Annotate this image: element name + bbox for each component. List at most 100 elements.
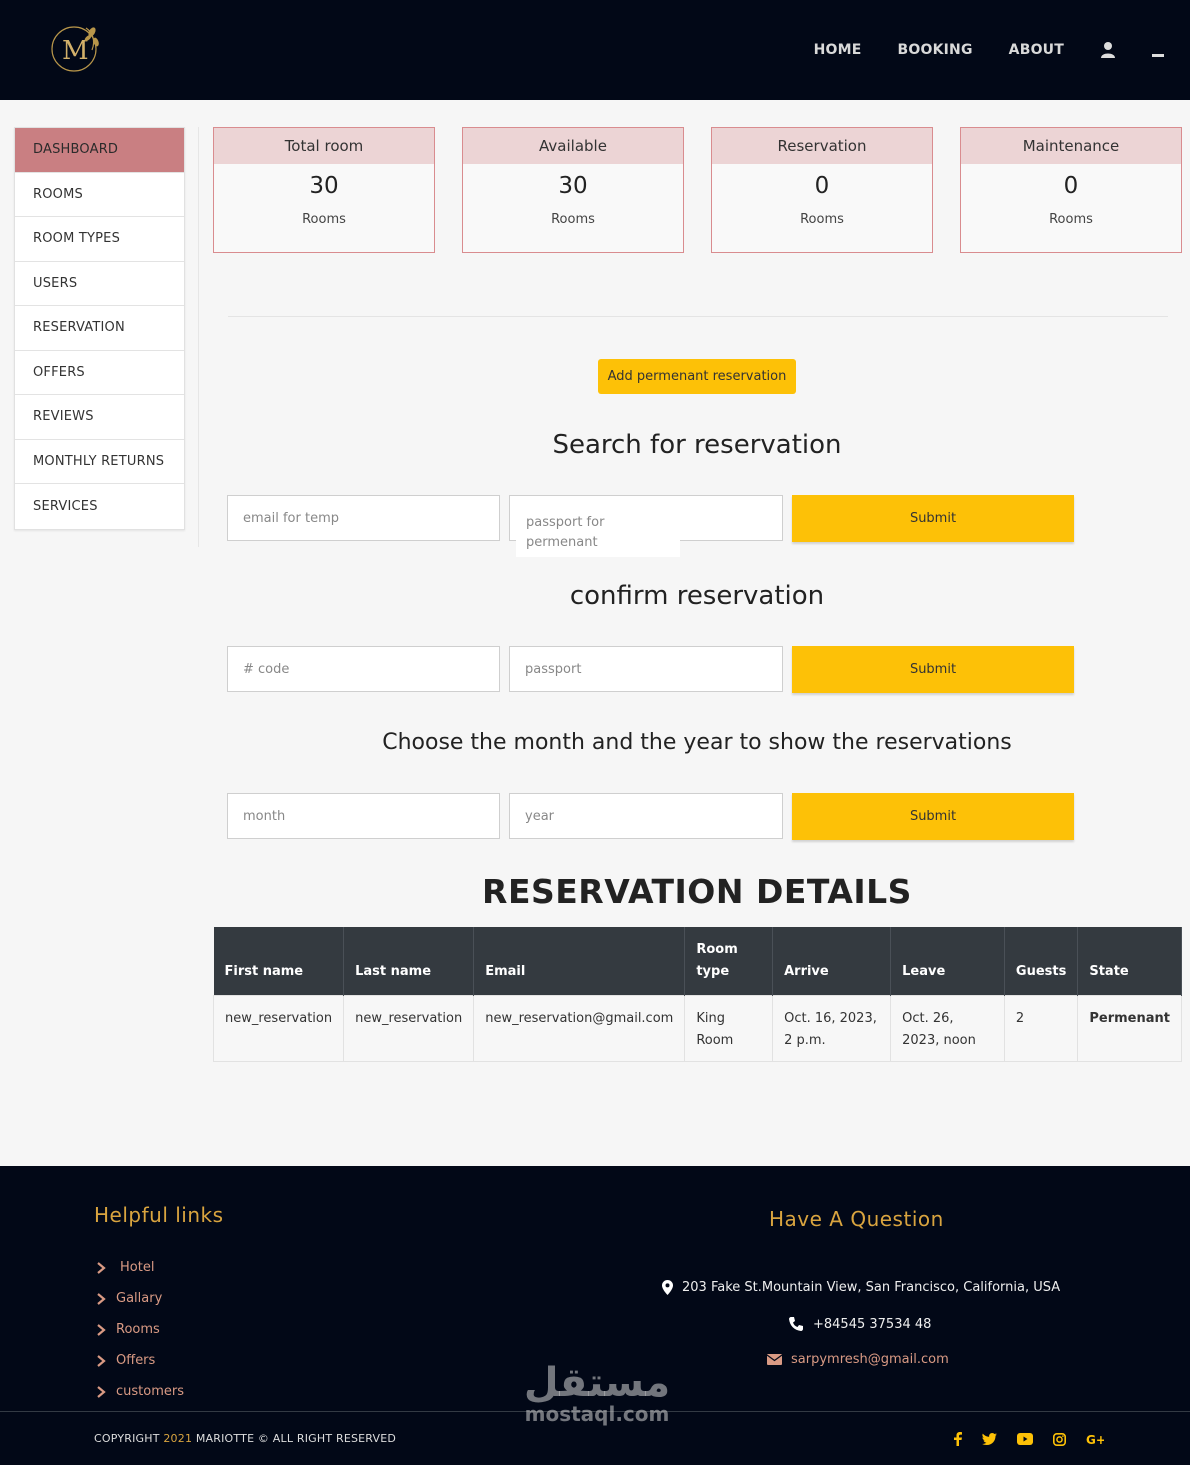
column-header-text: Room type: [696, 941, 738, 979]
copyright-suffix: MARIOTTE © ALL RIGHT RESERVED: [195, 1432, 397, 1445]
stat-card-available: Available 30 Rooms: [462, 127, 684, 253]
copyright-prefix: COPYRIGHT: [94, 1432, 160, 1445]
search-reservation-title: Search for reservation: [552, 430, 842, 460]
footer-link-customers[interactable]: customers: [94, 1376, 184, 1407]
stat-card-unit: Rooms: [551, 212, 595, 227]
chevron-right-icon: [97, 1385, 106, 1398]
code-input[interactable]: [227, 646, 500, 692]
sidebar-item-room-types[interactable]: ROOM TYPES: [15, 217, 184, 262]
table-header-row: First name Last name Email Room type Arr…: [213, 927, 1182, 995]
column-header: Leave: [890, 927, 1005, 995]
copyright-year: 2021: [163, 1432, 193, 1445]
have-a-question-title: Have A Question: [769, 1207, 944, 1231]
contact-phone: +84545 37534 48: [788, 1316, 931, 1332]
facebook-icon[interactable]: [954, 1432, 962, 1446]
social-links: G+: [934, 1432, 1104, 1446]
watermark-latin-text: mostaql.com: [524, 1402, 670, 1426]
contact-phone-text: +84545 37534 48: [813, 1316, 932, 1332]
copyright-text: COPYRIGHT 2021 MARIOTTE © ALL RIGHT RESE…: [94, 1432, 396, 1445]
footer-link-rooms[interactable]: Rooms: [94, 1314, 184, 1345]
column-header: Arrive: [772, 927, 892, 995]
month-filter-title: Choose the month and the year to show th…: [382, 730, 1012, 755]
mostaql-watermark: مستقل mostaql.com: [522, 1362, 672, 1424]
stat-card-title: Available: [463, 128, 683, 164]
month-input[interactable]: [227, 793, 500, 839]
stat-card-title: Reservation: [712, 128, 932, 164]
footer-link-hotel[interactable]: Hotel: [94, 1252, 184, 1283]
stat-card-value: 0: [1063, 173, 1079, 199]
svg-text:M: M: [62, 36, 89, 66]
phone-icon: [789, 1317, 803, 1331]
instagram-icon[interactable]: [1053, 1432, 1066, 1446]
user-icon[interactable]: [1100, 41, 1116, 59]
nav-about[interactable]: ABOUT: [1009, 42, 1064, 58]
envelope-icon: [767, 1354, 782, 1365]
footer-link-label: customers: [116, 1384, 184, 1399]
email-for-temp-input[interactable]: [227, 495, 500, 541]
stat-card-reservation: Reservation 0 Rooms: [711, 127, 933, 253]
month-filter-submit-button[interactable]: Submit: [792, 793, 1074, 840]
reservation-details-table: First name Last name Email Room type Arr…: [212, 927, 1182, 1062]
table-row: new_reservation new_reservation new_rese…: [212, 994, 1182, 1062]
twitter-icon[interactable]: [982, 1433, 997, 1445]
reservation-details-title: RESERVATION DETAILS: [482, 872, 912, 911]
helpful-links-title: Helpful links: [94, 1203, 224, 1227]
sidebar-item-reviews[interactable]: REVIEWS: [15, 395, 184, 440]
sidebar-item-dashboard[interactable]: DASHBOARD: [15, 128, 184, 173]
sidebar-item-services[interactable]: SERVICES: [15, 484, 184, 529]
passport-placeholder-overflow: permenant: [516, 531, 680, 557]
top-navbar: M HOME BOOKING ABOUT: [0, 0, 1190, 100]
sidebar-item-reservation[interactable]: RESERVATION: [15, 306, 184, 351]
search-submit-button[interactable]: Submit: [792, 495, 1074, 542]
cell-email: new_reservation@gmail.com: [473, 994, 686, 1062]
helpful-links-list: Hotel Gallary Rooms Offers customers: [94, 1252, 184, 1407]
cell-state: Permenant: [1077, 994, 1182, 1062]
cell-last-name: new_reservation: [343, 994, 475, 1062]
google-plus-icon[interactable]: G+: [1086, 1433, 1104, 1445]
sidebar-item-users[interactable]: USERS: [15, 262, 184, 306]
column-header: Guests: [1004, 927, 1079, 995]
contact-email[interactable]: sarpymresh@gmail.com: [767, 1352, 949, 1367]
sidebar-item-rooms[interactable]: ROOMS: [15, 173, 184, 217]
nav-booking[interactable]: BOOKING: [898, 42, 973, 58]
stat-card-value: 30: [558, 173, 588, 199]
year-input[interactable]: [509, 793, 783, 839]
stat-card-value: 0: [814, 173, 830, 199]
stat-card-unit: Rooms: [1049, 212, 1093, 227]
stat-card-unit: Rooms: [800, 212, 844, 227]
sidebar-item-monthly-returns[interactable]: MONTHLY RETURNS: [15, 440, 184, 484]
footer-link-gallary[interactable]: Gallary: [94, 1283, 184, 1314]
confirm-submit-button[interactable]: Submit: [792, 646, 1074, 693]
passport-input[interactable]: [509, 646, 783, 692]
map-marker-icon: [662, 1280, 673, 1295]
chevron-right-icon: [97, 1323, 106, 1336]
main-nav: HOME BOOKING ABOUT: [814, 0, 1190, 100]
stat-card-title: Maintenance: [961, 128, 1181, 164]
nav-home[interactable]: HOME: [814, 42, 862, 58]
cell-guests: 2: [1003, 994, 1079, 1062]
cell-room-type-text: King Room: [696, 1010, 734, 1048]
stat-card-total-room: Total room 30 Rooms: [213, 127, 435, 253]
column-header: State: [1077, 927, 1182, 995]
column-header: Email: [473, 927, 686, 995]
svg-text:G+: G+: [1086, 1433, 1104, 1445]
youtube-icon[interactable]: [1017, 1433, 1033, 1445]
add-permanent-reservation-button[interactable]: Add permenant reservation: [598, 359, 796, 394]
stat-card-maintenance: Maintenance 0 Rooms: [960, 127, 1182, 253]
contact-address: 203 Fake St.Mountain View, San Francisco…: [662, 1280, 1060, 1295]
menu-toggle-icon[interactable]: [1152, 53, 1164, 57]
chevron-right-icon: [97, 1261, 106, 1274]
confirm-reservation-title: confirm reservation: [569, 581, 825, 611]
footer-link-label: Offers: [116, 1353, 156, 1368]
footer-link-label: Rooms: [116, 1322, 160, 1337]
cell-first-name: new_reservation: [212, 994, 345, 1062]
cell-arrive: Oct. 16, 2023, 2 p.m.: [772, 994, 892, 1062]
dashboard-sidebar: DASHBOARD ROOMS ROOM TYPES USERS RESERVA…: [14, 127, 185, 530]
sidebar-divider: [198, 127, 199, 547]
hotel-logo[interactable]: M: [48, 20, 104, 76]
footer-link-label: Gallary: [116, 1291, 163, 1306]
sidebar-item-offers[interactable]: OFFERS: [15, 351, 184, 395]
stat-card-title: Total room: [214, 128, 434, 164]
footer-link-offers[interactable]: Offers: [94, 1345, 184, 1376]
column-header: Room type: [684, 927, 774, 995]
